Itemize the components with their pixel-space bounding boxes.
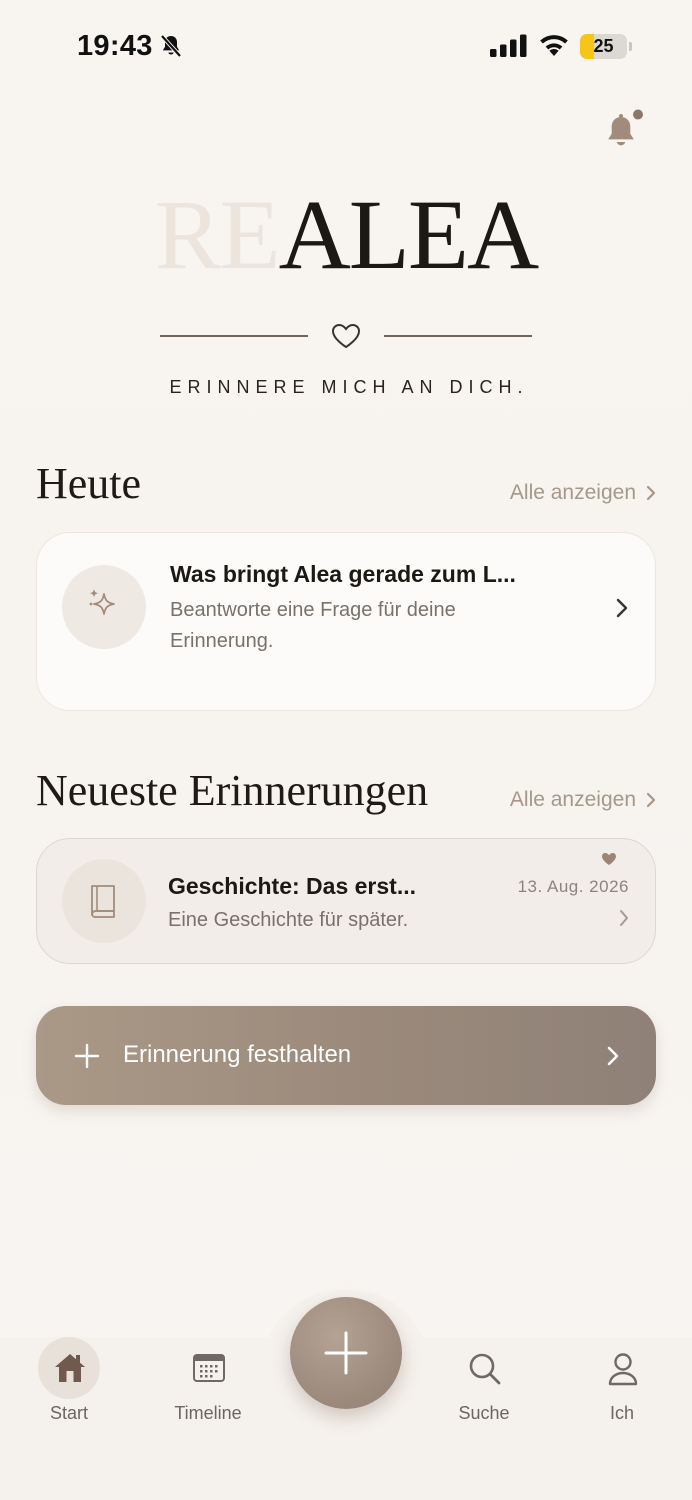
logo-prefix: RE [154, 179, 281, 290]
battery-indicator: 25 [580, 34, 632, 59]
add-fab-button[interactable] [290, 1297, 402, 1409]
search-icon [469, 1353, 501, 1385]
add-memory-button[interactable]: Erinnerung festhalten [36, 1006, 656, 1105]
person-icon [608, 1353, 638, 1386]
tab-icon-wrap [177, 1337, 239, 1399]
see-all-label: Alle anzeigen [509, 788, 636, 811]
favorite-heart-icon[interactable] [601, 852, 617, 866]
add-memory-label: Erinnerung festhalten [123, 1041, 352, 1068]
daily-question-subtitle-line1: Beantworte eine Frage für deine [170, 599, 456, 621]
bell-slash-icon [158, 33, 184, 59]
heart-outline-icon [331, 323, 361, 349]
logo-main: ALEA [278, 179, 540, 290]
notifications-bell-icon[interactable] [602, 108, 644, 152]
daily-question-card[interactable]: Was bringt Alea gerade zum L... Beantwor… [36, 532, 656, 711]
tab-label: Suche [458, 1403, 510, 1423]
plus-icon [74, 1043, 100, 1069]
daily-question-subtitle: Beantworte eine Frage für deine Erinneru… [170, 595, 456, 657]
memory-title: Geschichte: Das erst... [168, 873, 416, 899]
chevron-right-icon [646, 792, 656, 808]
see-all-today-link[interactable]: Alle anzeigen [510, 481, 656, 505]
plus-icon [324, 1331, 368, 1375]
memory-subtitle: Eine Geschichte für später. [168, 909, 409, 931]
chevron-right-icon [607, 1046, 619, 1066]
tab-icon-wrap [38, 1337, 100, 1399]
wifi-icon [538, 32, 570, 58]
tab-icon-wrap [591, 1337, 653, 1399]
daily-question-subtitle-line2: Erinnerung. [170, 630, 274, 652]
cellular-signal-icon [490, 34, 528, 58]
memory-card[interactable]: Geschichte: Das erst... Eine Geschichte … [36, 838, 656, 964]
sparkles-icon-badge [62, 565, 146, 649]
status-bar: 19:43 25 [0, 0, 692, 95]
app-logo: REALEA [0, 180, 692, 290]
tab-icon-wrap [453, 1337, 515, 1399]
sparkles-icon [89, 589, 115, 615]
see-all-recent-link[interactable]: Alle anzeigen [510, 788, 656, 812]
status-time: 19:43 [77, 30, 153, 62]
daily-question-title: Was bringt Alea gerade zum L... [170, 561, 516, 587]
section-title-today: Heute [36, 459, 142, 508]
tagline: ERINNERE MICH AN DICH. [169, 377, 529, 397]
battery-level: 25 [593, 36, 614, 56]
tab-label: Ich [609, 1403, 634, 1423]
book-icon-badge [62, 859, 146, 943]
home-icon [55, 1354, 85, 1382]
book-icon [91, 885, 115, 918]
memory-date: 13. Aug. 2026 [517, 877, 629, 896]
logo-divider [160, 320, 532, 352]
see-all-label: Alle anzeigen [509, 481, 636, 504]
tab-label: Timeline [174, 1403, 242, 1423]
tab-label: Start [49, 1403, 88, 1423]
calendar-icon [193, 1354, 225, 1382]
chevron-right-icon [646, 485, 656, 501]
chevron-right-icon [620, 910, 628, 926]
chevron-right-icon [616, 598, 628, 618]
section-title-recent: Neueste Erinnerungen [36, 766, 429, 815]
